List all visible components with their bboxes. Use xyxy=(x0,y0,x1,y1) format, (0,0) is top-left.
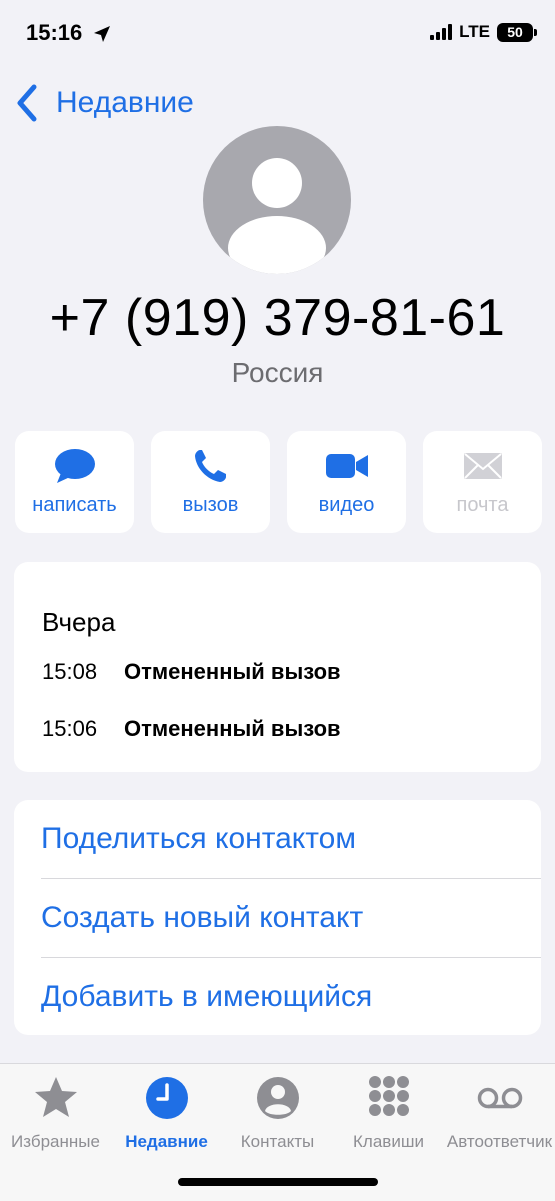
star-icon xyxy=(34,1077,77,1117)
call-status: Отмененный вызов xyxy=(124,716,341,741)
message-button[interactable]: написать xyxy=(15,431,134,533)
call-time: 15:08 xyxy=(42,659,98,684)
contact-country: Россия xyxy=(231,357,324,388)
tab-label: Недавние xyxy=(125,1132,208,1151)
status-bar: 15:16 LTE 50 xyxy=(0,0,555,70)
network-type: LTE xyxy=(459,22,490,41)
call-time: 15:06 xyxy=(42,716,98,741)
mail-label: почта xyxy=(456,494,509,516)
message-label: написать xyxy=(32,494,117,516)
person-silhouette-icon xyxy=(228,158,326,274)
tab-label: Клавиши xyxy=(353,1132,424,1151)
avatar xyxy=(203,126,351,274)
clock-icon xyxy=(145,1077,188,1119)
contacts-icon xyxy=(256,1077,299,1119)
message-icon xyxy=(54,449,95,483)
tab-favorites[interactable]: Избранные xyxy=(0,1074,111,1152)
battery-level: 50 xyxy=(507,24,523,40)
battery-icon: 50 xyxy=(497,22,537,42)
contact-phone-number: +7 (919) 379-81-61 xyxy=(49,289,506,347)
tab-label: Автоответчик xyxy=(446,1132,553,1151)
keypad-icon xyxy=(368,1076,409,1116)
call-label: вызов xyxy=(182,494,239,516)
tab-recents[interactable]: Недавние xyxy=(111,1074,222,1152)
call-history-row: 15:06 Отмененный вызов xyxy=(42,716,341,742)
tab-contacts[interactable]: Контакты xyxy=(222,1074,333,1152)
call-history-date: Вчера xyxy=(42,607,116,637)
chevron-left-icon xyxy=(17,84,37,122)
phone-icon xyxy=(194,450,226,482)
tab-voicemail[interactable]: Автоответчик xyxy=(444,1074,555,1152)
mail-icon xyxy=(463,453,502,479)
tab-label: Контакты xyxy=(240,1132,315,1151)
back-label: Недавние xyxy=(56,86,194,119)
create-new-contact-button[interactable]: Создать новый контакт xyxy=(41,879,541,957)
video-icon xyxy=(325,454,368,478)
tab-label: Избранные xyxy=(11,1132,100,1151)
back-button[interactable]: Недавние xyxy=(14,82,194,124)
voicemail-icon xyxy=(477,1087,522,1109)
add-to-existing-contact-button[interactable]: Добавить в имеющийся xyxy=(41,958,541,1036)
signal-icon xyxy=(430,24,453,40)
status-time: 15:16 xyxy=(26,20,83,45)
mail-button: почта xyxy=(423,431,542,533)
status-indicators: LTE 50 xyxy=(430,22,537,42)
share-contact-button[interactable]: Поделиться контактом xyxy=(41,800,541,878)
contact-options-card: Поделиться контактом Создать новый конта… xyxy=(14,800,541,1035)
call-button[interactable]: вызов xyxy=(151,431,270,533)
tab-keypad[interactable]: Клавиши xyxy=(333,1074,444,1152)
action-buttons: написать вызов видео почта xyxy=(15,431,542,533)
home-indicator xyxy=(178,1178,378,1186)
video-label: видео xyxy=(318,494,375,516)
video-button[interactable]: видео xyxy=(287,431,406,533)
call-history-card: Вчера 15:08 Отмененный вызов 15:06 Отмен… xyxy=(14,562,541,772)
call-status: Отмененный вызов xyxy=(124,659,341,684)
location-arrow-icon xyxy=(94,26,110,42)
call-history-row: 15:08 Отмененный вызов xyxy=(42,659,341,685)
